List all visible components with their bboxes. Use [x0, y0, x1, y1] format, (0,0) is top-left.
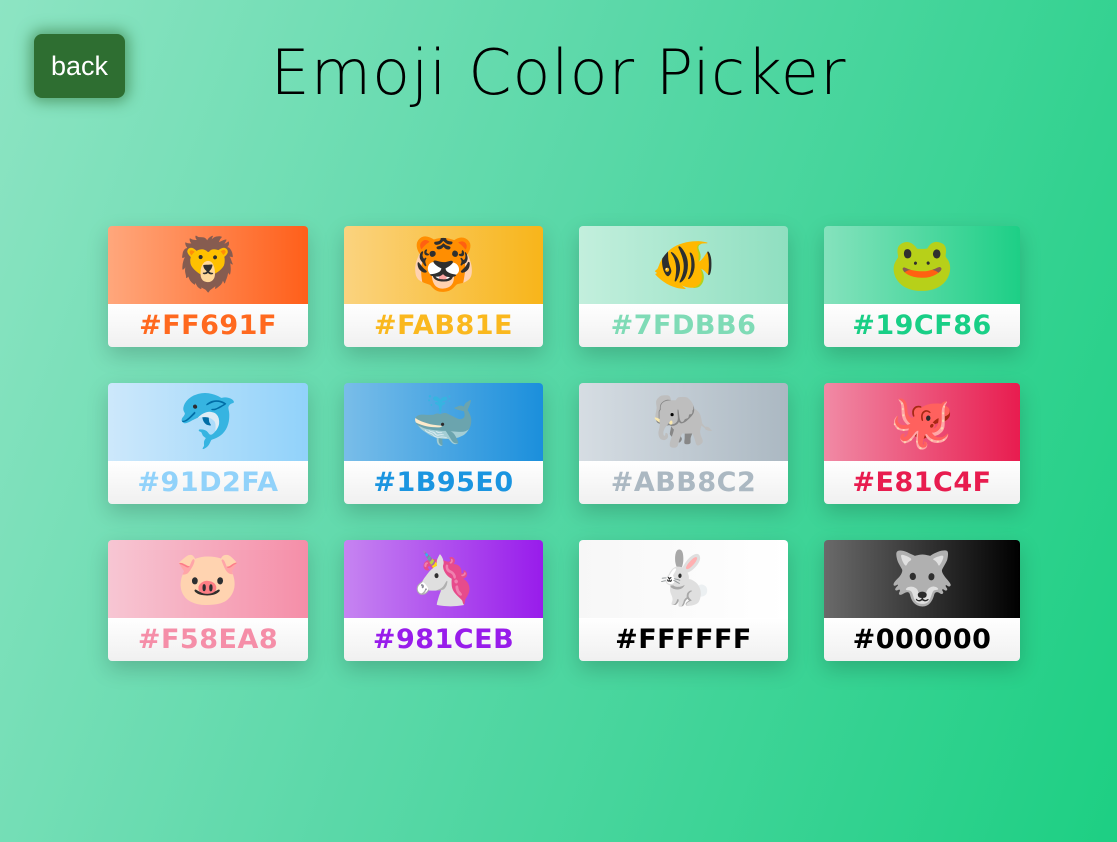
- color-card[interactable]: 🐬 #91D2FA: [108, 383, 308, 504]
- hex-code-label: #981CEB: [344, 618, 543, 661]
- color-swatch: 🐠: [579, 226, 788, 304]
- page-title: Emoji Color Picker: [270, 36, 847, 109]
- tiger-face-icon: 🐯: [411, 235, 476, 295]
- color-swatch: 🐺: [824, 540, 1020, 618]
- color-swatch: 🦁: [108, 226, 308, 304]
- hex-code-label: #91D2FA: [108, 461, 308, 504]
- hex-code-label: #7FDBB6: [579, 304, 788, 347]
- color-card[interactable]: 🐇 #FFFFFF: [579, 540, 788, 661]
- color-card[interactable]: 🐺 #000000: [824, 540, 1020, 661]
- hex-code-label: #000000: [824, 618, 1020, 661]
- unicorn-face-icon: 🦄: [411, 549, 476, 609]
- hex-code-label: #FAB81E: [344, 304, 543, 347]
- lion-face-icon: 🦁: [175, 235, 241, 295]
- color-swatch: 🐸: [824, 226, 1020, 304]
- color-card[interactable]: 🐙 #E81C4F: [824, 383, 1020, 504]
- color-card[interactable]: 🐘 #ABB8C2: [579, 383, 788, 504]
- hex-code-label: #19CF86: [824, 304, 1020, 347]
- frog-face-icon: 🐸: [889, 235, 955, 295]
- hex-code-label: #ABB8C2: [579, 461, 788, 504]
- hex-code-label: #FF691F: [108, 304, 308, 347]
- color-swatch: 🐳: [344, 383, 543, 461]
- color-swatch: 🐷: [108, 540, 308, 618]
- color-card[interactable]: 🐳 #1B95E0: [344, 383, 543, 504]
- color-card[interactable]: 🦄 #981CEB: [344, 540, 543, 661]
- color-swatch: 🐇: [579, 540, 788, 618]
- tropical-fish-icon: 🐠: [651, 235, 716, 295]
- wolf-face-icon: 🐺: [889, 549, 955, 609]
- color-card[interactable]: 🐯 #FAB81E: [344, 226, 543, 347]
- color-swatch: 🐯: [344, 226, 543, 304]
- color-card[interactable]: 🐠 #7FDBB6: [579, 226, 788, 347]
- color-swatch: 🐙: [824, 383, 1020, 461]
- hex-code-label: #FFFFFF: [579, 618, 788, 661]
- dolphin-icon: 🐬: [175, 392, 241, 452]
- elephant-icon: 🐘: [651, 392, 716, 452]
- hex-code-label: #E81C4F: [824, 461, 1020, 504]
- color-swatch: 🐘: [579, 383, 788, 461]
- hex-code-label: #1B95E0: [344, 461, 543, 504]
- color-swatch: 🐬: [108, 383, 308, 461]
- color-card[interactable]: 🐸 #19CF86: [824, 226, 1020, 347]
- color-card[interactable]: 🐷 #F58EA8: [108, 540, 308, 661]
- color-card[interactable]: 🦁 #FF691F: [108, 226, 308, 347]
- pig-face-icon: 🐷: [175, 549, 241, 609]
- color-swatch: 🦄: [344, 540, 543, 618]
- spouting-whale-icon: 🐳: [411, 392, 476, 452]
- rabbit-icon: 🐇: [651, 549, 716, 609]
- hex-code-label: #F58EA8: [108, 618, 308, 661]
- octopus-icon: 🐙: [889, 392, 955, 452]
